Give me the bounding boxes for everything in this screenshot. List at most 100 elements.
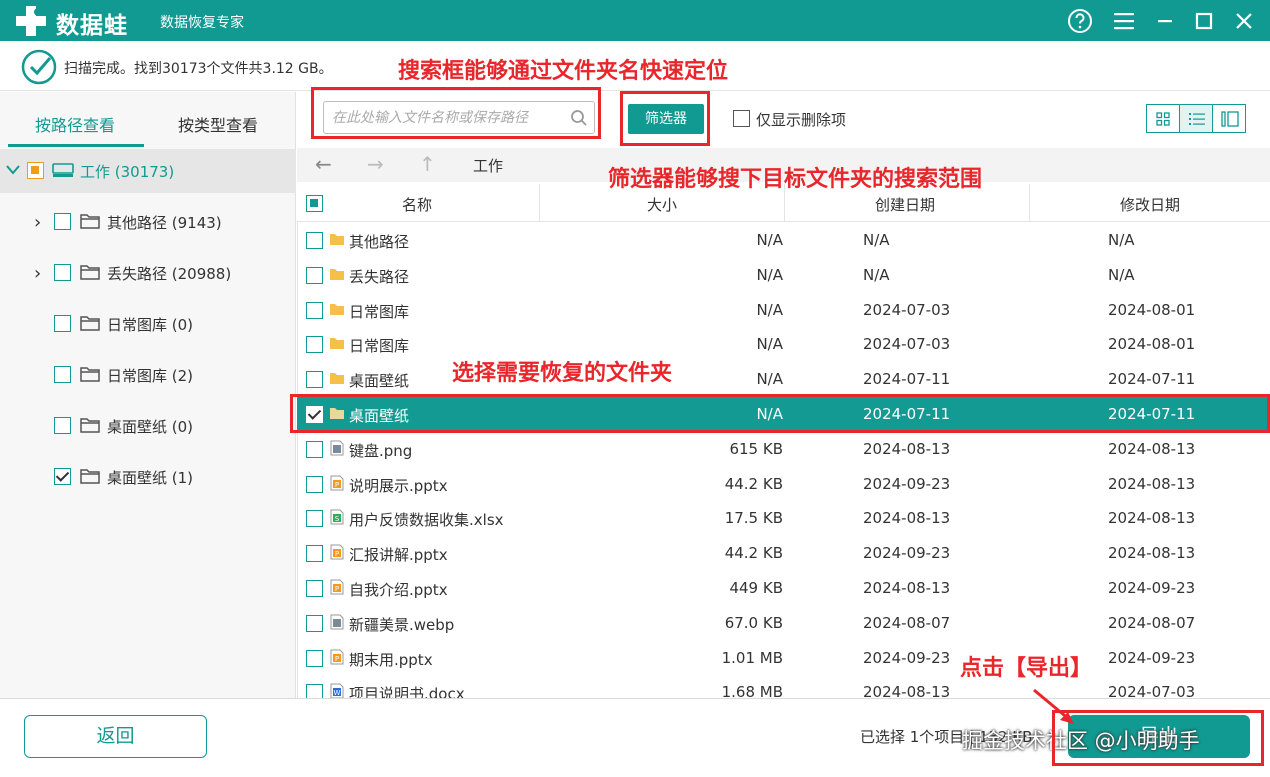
- tree-checkbox[interactable]: [54, 468, 71, 485]
- back-arrow-icon[interactable]: ←: [315, 152, 332, 176]
- table-row[interactable]: 桌面壁纸 N/A 2024-07-11 2024-07-11: [297, 362, 1270, 397]
- detail-view-button[interactable]: [1213, 105, 1245, 132]
- menu-icon[interactable]: [1111, 8, 1137, 34]
- row-checkbox[interactable]: [306, 301, 323, 319]
- tab-by-type[interactable]: 按类型查看: [178, 112, 258, 136]
- drive-icon: [52, 163, 74, 177]
- table-row[interactable]: 日常图库 N/A 2024-07-03 2024-08-01: [297, 293, 1270, 328]
- table-row[interactable]: P 期末用.pptx 1.01 MB 2024-09-23 2024-09-23: [297, 641, 1270, 676]
- chevron-down-icon[interactable]: [6, 165, 20, 175]
- file-name: 用户反馈数据收集.xlsx: [349, 511, 504, 530]
- row-checkbox[interactable]: [306, 545, 323, 563]
- chevron-right-icon[interactable]: ›: [34, 263, 41, 284]
- close-icon[interactable]: [1231, 8, 1257, 34]
- column-created-header[interactable]: 创建日期: [875, 194, 935, 215]
- file-size: 67.0 KB: [724, 613, 783, 632]
- folder-icon: [80, 418, 100, 433]
- file-modified-date: 2024-08-01: [1108, 300, 1196, 319]
- tree-checkbox[interactable]: [54, 213, 71, 230]
- app-logo-icon: [16, 6, 46, 36]
- app-subtitle: 数据恢复专家: [160, 15, 244, 31]
- file-name: 桌面壁纸: [349, 372, 410, 391]
- column-name-header[interactable]: 名称: [402, 194, 432, 215]
- grid-view-button[interactable]: [1147, 105, 1180, 132]
- table-row[interactable]: P 说明展示.pptx 44.2 KB 2024-09-23 2024-08-13: [297, 467, 1270, 502]
- row-checkbox[interactable]: [306, 232, 323, 249]
- table-row[interactable]: 其他路径 N/A N/A N/A: [297, 223, 1270, 258]
- grid-view-icon: [1156, 112, 1170, 126]
- table-row[interactable]: P 汇报讲解.pptx 44.2 KB 2024-09-23 2024-08-13: [297, 536, 1270, 571]
- table-row[interactable]: 丢失路径 N/A N/A N/A: [297, 258, 1270, 293]
- row-checkbox[interactable]: [306, 510, 323, 528]
- tree-checkbox-root[interactable]: [27, 162, 44, 179]
- row-checkbox[interactable]: [306, 371, 323, 389]
- column-size-header[interactable]: 大小: [647, 194, 677, 215]
- folder-icon: [329, 370, 345, 386]
- file-created-date: 2024-09-23: [863, 544, 951, 563]
- tree-checkbox[interactable]: [54, 366, 71, 383]
- row-checkbox[interactable]: [306, 336, 323, 354]
- filter-hint-annotation: 筛选器能够搜下目标文件夹的搜索范围: [608, 167, 983, 192]
- tree-checkbox[interactable]: [54, 315, 71, 332]
- pptx-file-icon: P: [329, 579, 345, 595]
- row-checkbox[interactable]: [306, 475, 323, 493]
- tree-item-wallpaper-0[interactable]: 桌面壁纸 (0): [0, 404, 296, 448]
- file-created-date: 2024-07-03: [863, 335, 951, 354]
- row-checkbox[interactable]: [306, 614, 323, 632]
- tree-checkbox[interactable]: [54, 264, 71, 281]
- file-created-date: N/A: [863, 265, 890, 284]
- tree-item-daily-gallery-0[interactable]: 日常图库 (0): [0, 302, 296, 346]
- table-row[interactable]: S 用户反馈数据收集.xlsx 17.5 KB 2024-08-13 2024-08-1…: [297, 501, 1270, 536]
- file-name: 日常图库: [349, 302, 410, 321]
- row-checkbox[interactable]: [306, 649, 323, 667]
- tab-by-path[interactable]: 按路径查看: [35, 112, 115, 136]
- file-size: 1.01 MB: [721, 648, 783, 667]
- tree-checkbox[interactable]: [54, 417, 71, 434]
- row-checkbox[interactable]: [306, 266, 323, 284]
- tree-item-label: 工作 (30173): [80, 163, 175, 181]
- table-row[interactable]: 新疆美景.webp 67.0 KB 2024-08-07 2024-08-07: [297, 606, 1270, 641]
- maximize-icon[interactable]: [1191, 8, 1217, 34]
- minimize-icon[interactable]: [1152, 8, 1178, 34]
- forward-arrow-icon[interactable]: →: [367, 152, 384, 176]
- svg-text:P: P: [335, 550, 339, 558]
- tree-item-label: 其他路径 (9143): [107, 214, 222, 232]
- table-row[interactable]: P 自我介绍.pptx 449 KB 2024-08-13 2024-09-23: [297, 571, 1270, 606]
- help-icon[interactable]: [1067, 8, 1093, 34]
- column-modified-header[interactable]: 修改日期: [1120, 194, 1180, 215]
- row-checkbox[interactable]: [306, 580, 323, 597]
- file-name: 日常图库: [349, 337, 410, 356]
- export-hint-annotation: 点击【导出】: [960, 656, 1093, 681]
- select-all-checkbox[interactable]: [306, 195, 323, 212]
- up-arrow-icon[interactable]: ↑: [419, 152, 436, 176]
- file-created-date: 2024-08-13: [863, 579, 951, 597]
- file-created-date: 2024-07-03: [863, 300, 951, 319]
- scan-status-text: 扫描完成。找到30173个文件共3.12 GB。: [64, 61, 333, 77]
- path-tree-panel: 按路径查看 按类型查看 工作 (30173) › 其他路径 (9143) › 丢…: [0, 92, 296, 698]
- tree-item-wallpaper-1[interactable]: 桌面壁纸 (1): [0, 455, 296, 499]
- tree-item-label: 日常图库 (0): [107, 316, 194, 334]
- list-view-button[interactable]: [1180, 105, 1213, 132]
- file-modified-date: 2024-09-23: [1108, 648, 1196, 667]
- tree-item-daily-gallery-2[interactable]: 日常图库 (2): [0, 353, 296, 397]
- export-highlight-box: [1052, 710, 1264, 766]
- file-size: 17.5 KB: [724, 509, 783, 528]
- tree-item-other-paths[interactable]: › 其他路径 (9143): [0, 200, 296, 244]
- column-divider: [539, 184, 540, 222]
- file-modified-date: 2024-08-01: [1108, 335, 1196, 354]
- pptx-file-icon: P: [329, 544, 345, 560]
- tree-item-lost-paths[interactable]: › 丢失路径 (20988): [0, 251, 296, 295]
- back-button[interactable]: 返回: [24, 715, 207, 758]
- folder-icon: [80, 469, 100, 484]
- tree-item-root[interactable]: 工作 (30173): [0, 149, 296, 193]
- chevron-right-icon[interactable]: ›: [34, 212, 41, 233]
- select-all-partial-mark: [310, 199, 318, 207]
- deleted-only-checkbox[interactable]: [733, 110, 750, 127]
- folder-icon: [80, 265, 100, 280]
- row-checkbox[interactable]: [306, 440, 323, 458]
- xlsx-file-icon: S: [329, 509, 345, 525]
- file-created-date: N/A: [863, 231, 890, 249]
- table-row[interactable]: 键盘.png 615 KB 2024-08-13 2024-08-13: [297, 432, 1270, 467]
- tree-item-label: 日常图库 (2): [107, 367, 194, 385]
- table-row[interactable]: 日常图库 N/A 2024-07-03 2024-08-01: [297, 327, 1270, 362]
